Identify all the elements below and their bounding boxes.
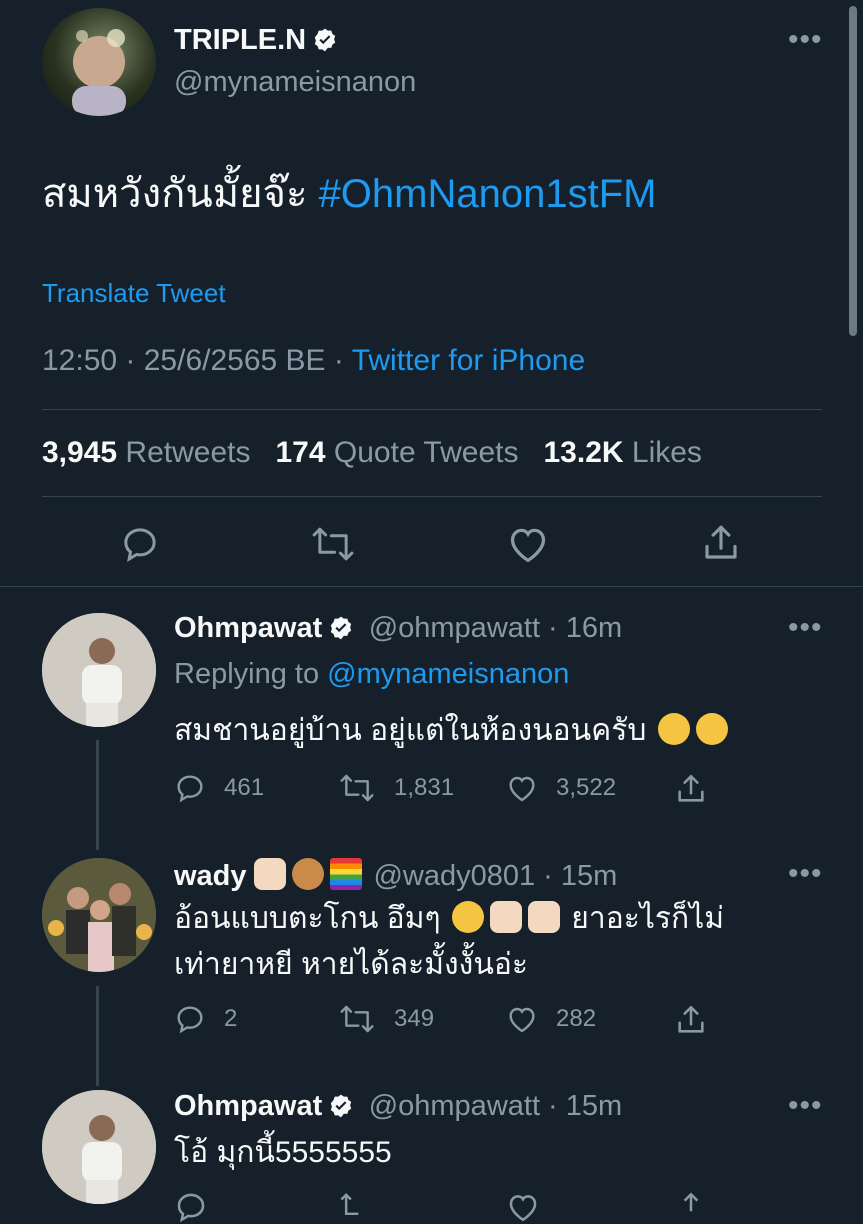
more-options-icon[interactable]: ••• [788,613,823,643]
tweet-source-link[interactable]: Twitter for iPhone [352,344,585,377]
retweet-icon [340,774,374,802]
dog-face-icon [291,858,324,890]
retweets-stat[interactable]: 3,945 Retweets [42,436,250,469]
retweet-count: 1,831 [394,774,455,801]
reply-count: 461 [224,774,265,801]
reply-author-handle[interactable]: @ohmpawatt [369,1090,540,1122]
reply-icon[interactable] [174,1190,208,1224]
tweet-date[interactable]: 25/6/2565 BE [144,344,326,377]
verified-badge-icon [314,28,336,52]
retweet-action[interactable]: 349 [338,1003,434,1035]
reply-author-name[interactable]: wady [174,860,247,892]
reply-text-body: สมชานอยู่บ้าน อยู่แต่ในห้องนอนครับ [174,714,647,747]
share-icon[interactable] [674,1190,708,1224]
main-author-name[interactable]: TRIPLE.N [174,24,306,56]
likes-stat[interactable]: 13.2K Likes [543,436,701,469]
reply-time[interactable]: 15m [561,860,617,892]
tweet-stats: 3,945 Retweets 174 Quote Tweets 13.2K Li… [42,436,702,470]
reply-icon[interactable] [120,524,160,564]
reply-author-avatar[interactable] [42,858,156,972]
tweet-meta: 12:50 · 25/6/2565 BE · Twitter for iPhon… [42,344,586,377]
quote-tweets-stat[interactable]: 174 Quote Tweets [276,436,519,469]
divider [42,496,822,497]
retweet-action[interactable]: 1,831 [338,772,454,804]
reply-time[interactable]: 16m [566,612,622,644]
thread-line [96,740,99,850]
loudly-crying-face-icon [657,713,690,745]
share-icon[interactable] [674,1003,708,1037]
like-action[interactable]: 282 [506,1003,596,1035]
rainbow-flag-icon [329,858,362,890]
like-action[interactable]: 3,522 [506,772,616,804]
reply-text: สมชานอยู่บ้าน อยู่แต่ในห้องนอนครับ [174,708,731,754]
verified-badge-icon [331,1094,352,1118]
reply-action[interactable]: 2 [174,1003,237,1035]
reply-time[interactable]: 15m [566,1090,622,1122]
reply-author-handle[interactable]: @wady0801 [373,860,535,892]
reply-action[interactable]: 461 [174,772,264,804]
tweet-time[interactable]: 12:50 [42,344,117,377]
reply-author-handle[interactable]: @ohmpawatt [369,612,540,644]
victory-hand-icon [489,901,522,933]
reply-text-part1: อ้อนแบบตะโกน อึมๆ [174,902,441,935]
rock-on-hand-icon [253,858,286,890]
scrollbar-thumb[interactable] [849,6,857,336]
reply-icon [177,1006,203,1034]
main-author-handle[interactable]: @mynameisnanon [174,66,416,99]
like-count: 282 [556,1005,597,1032]
like-icon [509,1007,535,1033]
verified-badge-icon [331,616,352,640]
reply-text-part2: ยาอะไรก็ไม่ [571,902,725,935]
hashtag-link[interactable]: #OhmNanon1stFM [319,172,657,216]
main-author-name-row[interactable]: TRIPLE.N [174,24,338,57]
reply-author-avatar[interactable] [42,613,156,727]
share-icon[interactable] [674,772,708,806]
retweet-icon[interactable] [338,1190,376,1224]
replying-to-link[interactable]: @mynameisnanon [327,658,569,690]
reply-header: wady @wady0801 · 15m [174,858,618,892]
divider [42,409,822,410]
reply-count: 2 [224,1005,238,1032]
more-options-icon[interactable]: ••• [788,25,823,55]
replying-to: Replying to @mynameisnanon [174,658,569,691]
retweet-icon[interactable] [310,524,356,564]
like-icon[interactable] [506,524,550,564]
like-count: 3,522 [556,774,617,801]
like-icon [509,776,535,802]
reply-author-avatar[interactable] [42,1090,156,1204]
reply-text-line2: เท่ายาหยี หายได้ละมั้งงั้นอ่ะ [174,948,528,981]
thread-line [96,986,99,1086]
more-options-icon[interactable]: ••• [788,859,823,889]
loudly-crying-face-icon [695,713,728,745]
reply-icon [177,775,203,803]
reply-author-name[interactable]: Ohmpawat [174,612,322,644]
main-author-avatar[interactable] [42,8,156,116]
reply-author-name[interactable]: Ohmpawat [174,1090,322,1122]
like-icon[interactable] [506,1190,540,1224]
retweet-icon [340,1005,374,1033]
reply-text: อ้อนแบบตะโกน อึมๆ ยาอะไรก็ไม่ เท่ายาหยี … [174,896,814,988]
translate-tweet-link[interactable]: Translate Tweet [42,278,226,309]
main-tweet-body: สมหวังกันมั้ยจ๊ะ [42,172,308,216]
more-options-icon[interactable]: ••• [788,1091,823,1121]
main-tweet-text: สมหวังกันมั้ยจ๊ะ #OhmNanon1stFM [42,168,656,220]
victory-hand-icon [527,901,560,933]
retweet-count: 349 [394,1005,435,1032]
reply-header: Ohmpawat @ohmpawatt · 15m [174,1090,623,1122]
pensive-face-icon [451,901,484,933]
share-icon[interactable] [700,522,742,564]
replying-to-prefix: Replying to [174,658,320,690]
divider [0,586,863,587]
reply-text: โอ้ มุกนี้5555555 [174,1136,392,1169]
reply-header: Ohmpawat @ohmpawatt · 16m [174,612,623,644]
